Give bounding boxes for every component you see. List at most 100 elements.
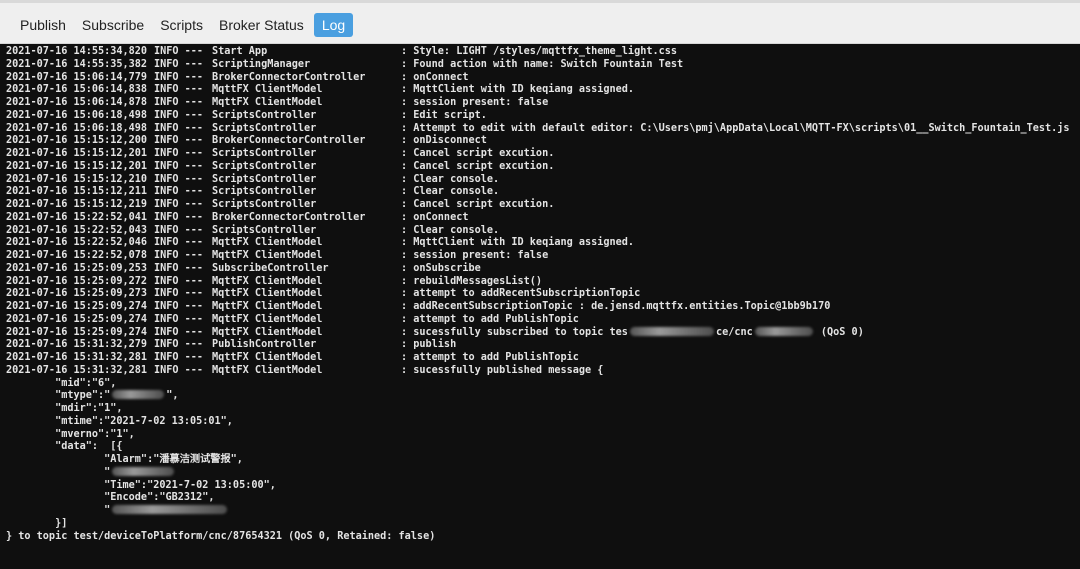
log-message: : publish [401,339,457,351]
tab-scripts[interactable]: Scripts [154,14,209,36]
log-source: Start App [212,46,268,57]
log-message: : Cancel script excution. [401,199,555,210]
log-line: 2021-07-16 15:25:09,274 INFO --- MqttFX Cl… [6,314,1080,327]
log-message: : rebuildMessagesList() [401,275,543,287]
log-message: : Clear console. [401,173,500,185]
tab-subscribe[interactable]: Subscribe [76,14,150,36]
log-level: INFO --- [154,237,204,249]
redacted-block [629,327,714,336]
log-line: 2021-07-16 15:15:12,201 INFO --- ScriptsCo… [6,161,1080,174]
payload-text: "mtype":" [6,390,111,402]
tab-broker-status[interactable]: Broker Status [213,14,310,36]
payload-line: "mdir":"1", [6,403,1080,416]
log-message: : Clear console. [401,224,500,236]
log-timestamp: 2021-07-16 15:06:18,498 [6,122,148,134]
log-source: ScriptsController [212,186,317,198]
payload-text: } to topic test/deviceToPlatform/cnc/876… [6,530,436,542]
tab-bar: Publish Subscribe Scripts Broker Status … [0,0,1080,44]
log-line: 2021-07-16 15:22:52,041 INFO --- BrokerCon… [6,212,1080,225]
log-level: INFO --- [154,173,204,185]
payload-text-tail: ", [166,390,179,402]
payload-line: "mtype":" ", [6,390,1080,403]
payload-line: } to topic test/deviceToPlatform/cnc/876… [6,531,1080,544]
log-message: : Edit script. [401,109,487,121]
log-source: ScriptingManager [212,58,311,70]
log-timestamp: 2021-07-16 15:25:09,273 [6,288,148,300]
log-timestamp: 2021-07-16 15:15:12,210 [6,173,148,185]
log-level: INFO --- [154,313,204,325]
log-level: INFO --- [154,364,204,376]
log-source: ScriptsController [212,199,317,210]
tab-publish[interactable]: Publish [14,14,72,36]
log-message: : attempt to addRecentSubscriptionTopic [401,288,641,300]
log-source: MqttFX ClientModel [212,84,323,96]
log-source: MqttFX ClientModel [212,288,323,300]
log-timestamp: 2021-07-16 15:25:09,274 [6,326,148,338]
payload-line: " [6,505,1080,518]
payload-text: }] [6,517,68,529]
log-line: 2021-07-16 15:15:12,201 INFO --- ScriptsCo… [6,148,1080,161]
log-source: MqttFX ClientModel [212,275,323,287]
payload-text: "mverno":"1", [6,428,135,440]
log-timestamp: 2021-07-16 15:15:12,201 [6,148,148,159]
log-source: MqttFX ClientModel [212,352,323,363]
log-source: ScriptsController [212,160,317,172]
log-line: 2021-07-16 15:25:09,253 INFO --- Subscribe… [6,263,1080,276]
payload-text: " [6,466,111,478]
log-level: INFO --- [154,84,204,96]
log-line: 2021-07-16 15:22:52,046 INFO --- MqttFX Cl… [6,237,1080,250]
log-level: INFO --- [154,148,204,159]
log-timestamp: 2021-07-16 15:06:14,838 [6,84,148,96]
log-source: ScriptsController [212,122,317,134]
log-line: 2021-07-16 15:06:18,498 INFO --- ScriptsCo… [6,123,1080,136]
log-line: 2021-07-16 15:15:12,200 INFO --- BrokerCon… [6,135,1080,148]
log-source: BrokerConnectorController [212,71,366,83]
log-source: MqttFX ClientModel [212,97,323,108]
log-timestamp: 2021-07-16 15:25:09,274 [6,301,148,312]
log-line: 2021-07-16 15:15:12,210 INFO --- ScriptsCo… [6,174,1080,187]
log-level: INFO --- [154,352,204,363]
payload-text: "Alarm":"潘慕洁测试警报", [6,454,243,465]
log-message-text: : sucessfully subscribed to topic tes [401,326,628,338]
tab-log[interactable]: Log [313,13,354,37]
payload-text: "mdir":"1", [6,403,123,414]
log-timestamp: 2021-07-16 15:31:32,281 [6,352,148,363]
log-timestamp: 2021-07-16 14:55:34,820 [6,46,148,57]
log-line: 2021-07-16 15:31:32,279 INFO --- PublishCo… [6,339,1080,352]
log-level: INFO --- [154,71,204,83]
log-level: INFO --- [154,58,204,70]
log-message: : Cancel script excution. [401,148,555,159]
payload-line: "Time":"2021-7-02 13:05:00", [6,480,1080,493]
log-console[interactable]: 2021-07-16 14:55:34,820 INFO --- Start App… [0,44,1080,569]
payload-line: "mverno":"1", [6,429,1080,442]
log-level: INFO --- [154,250,204,261]
log-timestamp: 2021-07-16 14:55:35,382 [6,58,148,70]
log-timestamp: 2021-07-16 15:22:52,041 [6,211,148,223]
log-level: INFO --- [154,160,204,172]
log-level: INFO --- [154,109,204,121]
payload-text: "mtime":"2021-7-02 13:05:01", [6,415,233,427]
log-source: ScriptsController [212,109,317,121]
log-message: : MqttClient with ID keqiang assigned. [401,237,635,249]
log-source: MqttFX ClientModel [212,237,323,249]
log-message: : attempt to add PublishTopic [401,352,579,363]
log-timestamp: 2021-07-16 15:25:09,253 [6,262,148,274]
log-line: 2021-07-16 14:55:35,382 INFO --- Scripting… [6,59,1080,72]
log-level: INFO --- [154,135,204,147]
log-source: MqttFX ClientModel [212,326,323,338]
window-top-edge [0,0,1080,3]
log-line: 2021-07-16 14:55:34,820 INFO --- Start App… [6,46,1080,59]
log-line: 2021-07-16 15:06:14,878 INFO --- MqttFX Cl… [6,97,1080,110]
log-timestamp: 2021-07-16 15:25:09,272 [6,275,148,287]
log-level: INFO --- [154,46,204,57]
log-message: : sucessfully published message { [401,364,604,376]
log-source: SubscribeController [212,262,329,274]
payload-line: " [6,466,1080,480]
payload-text: "mid":"6", [6,377,117,389]
log-timestamp: 2021-07-16 15:31:32,281 [6,364,148,376]
log-line: 2021-07-16 15:06:14,779 INFO --- BrokerCon… [6,72,1080,85]
log-message: : Style: LIGHT /styles/mqttfx_theme_ligh… [401,46,678,57]
log-source: BrokerConnectorController [212,135,366,147]
log-line: 2021-07-16 15:25:09,272 INFO --- MqttFX Cl… [6,276,1080,289]
log-message: : Cancel script excution. [401,160,555,172]
